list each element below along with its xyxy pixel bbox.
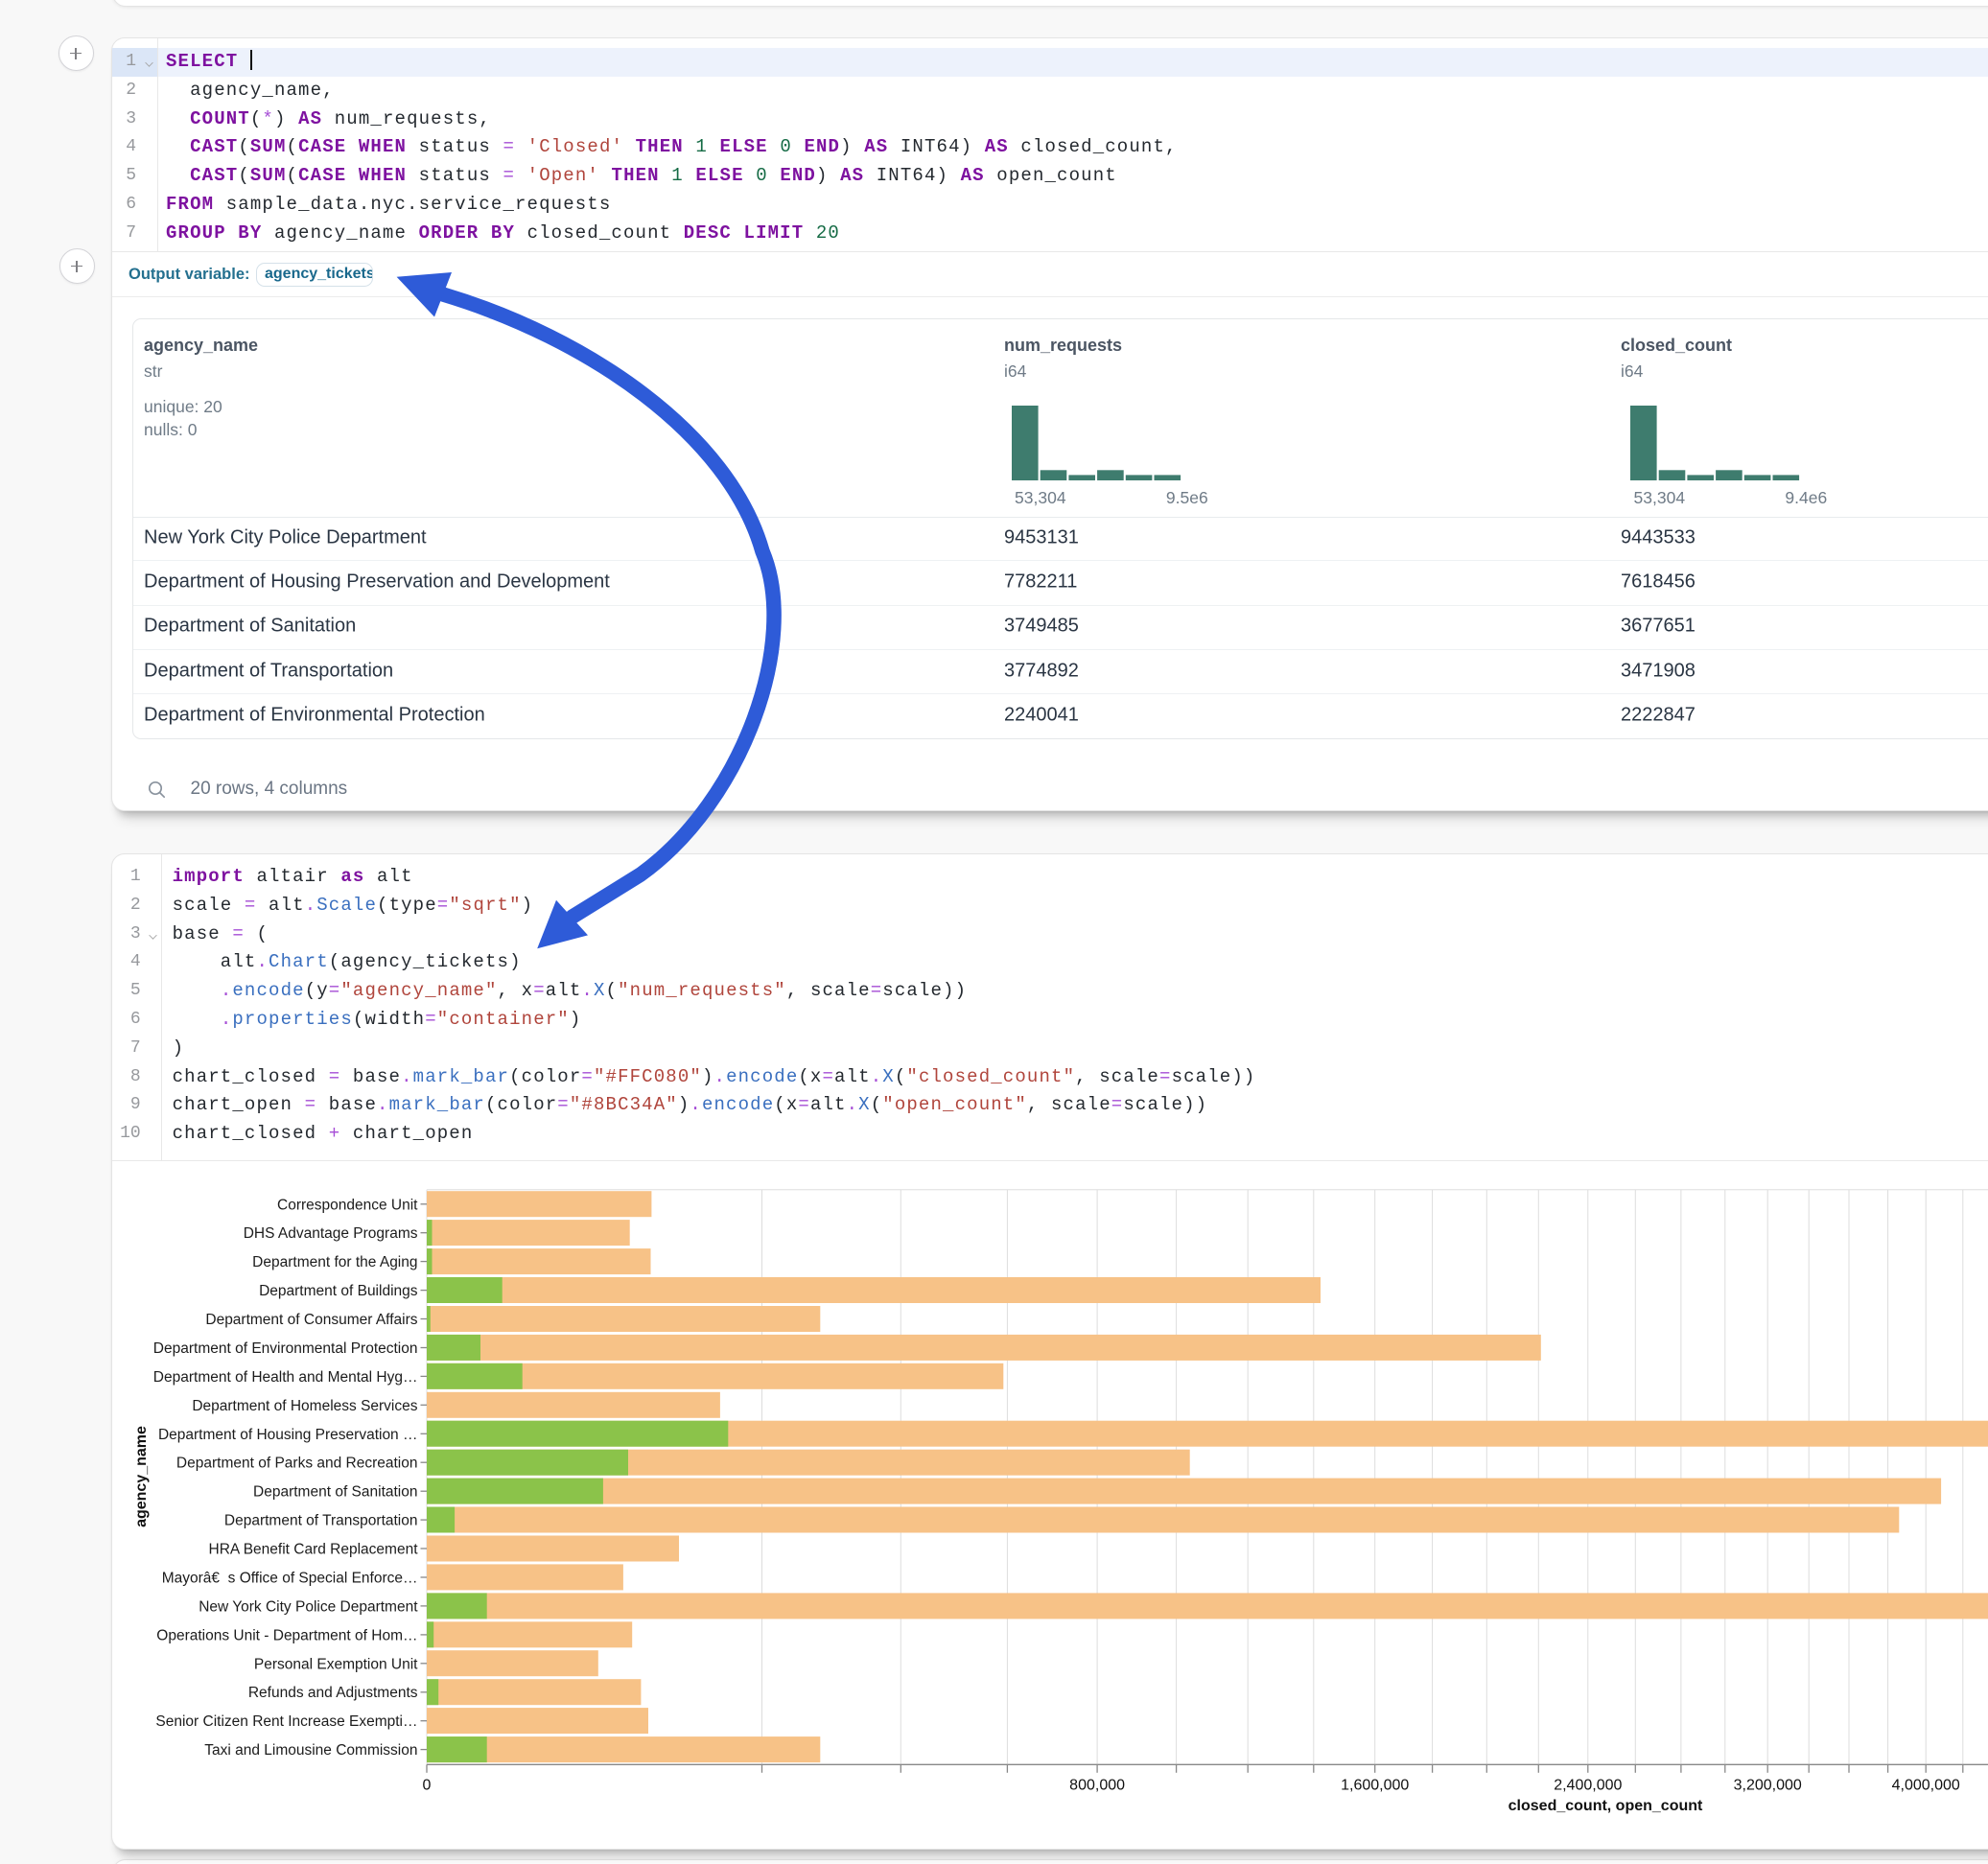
svg-text:3,200,000: 3,200,000 (1734, 1778, 1802, 1794)
svg-text:2,400,000: 2,400,000 (1554, 1778, 1622, 1794)
svg-text:Refunds and Adjustments: Refunds and Adjustments (248, 1685, 418, 1701)
svg-text:Personal Exemption Unit: Personal Exemption Unit (254, 1656, 418, 1672)
svg-text:Department of Buildings: Department of Buildings (259, 1283, 418, 1299)
svg-text:Department of Parks and Recrea: Department of Parks and Recreation (176, 1456, 418, 1472)
svg-text:Department of Sanitation: Department of Sanitation (253, 1484, 417, 1501)
svg-text:Department of Transportation: Department of Transportation (224, 1513, 418, 1529)
svg-text:agency_name: agency_name (133, 1426, 150, 1527)
svg-text:0: 0 (423, 1778, 432, 1794)
svg-text:Department of Environmental Pr: Department of Environmental Protection (153, 1340, 418, 1357)
svg-text:800,000: 800,000 (1069, 1778, 1125, 1794)
svg-text:Department of Consumer Affairs: Department of Consumer Affairs (205, 1312, 417, 1328)
svg-text:Department of Health and Menta: Department of Health and Mental Hyg… (153, 1369, 418, 1386)
svg-text:closed_count, open_count: closed_count, open_count (1509, 1798, 1703, 1814)
svg-text:Correspondence Unit: Correspondence Unit (277, 1197, 418, 1213)
svg-text:Department of Homeless Service: Department of Homeless Services (192, 1398, 417, 1414)
svg-text:DHS Advantage Programs: DHS Advantage Programs (244, 1225, 418, 1242)
svg-text:Senior Citizen Rent Increase E: Senior Citizen Rent Increase Exempti… (155, 1713, 417, 1730)
svg-text:4,000,000: 4,000,000 (1892, 1778, 1960, 1794)
svg-text:New York City Police Departmen: New York City Police Department (199, 1598, 418, 1615)
svg-text:Department for the Aging: Department for the Aging (252, 1254, 417, 1270)
svg-text:HRA Benefit Card Replacement: HRA Benefit Card Replacement (209, 1542, 419, 1558)
svg-text:Department of Housing Preserva: Department of Housing Preservation … (158, 1427, 418, 1443)
svg-text:Taxi and Limousine Commission: Taxi and Limousine Commission (204, 1742, 417, 1759)
svg-text:Operations Unit - Department o: Operations Unit - Department of Hom… (156, 1627, 417, 1643)
svg-text:Mayorâ€ s Office of Special E: Mayorâ€ s Office of Special Enforce… (162, 1571, 418, 1587)
svg-text:1,600,000: 1,600,000 (1341, 1778, 1409, 1794)
